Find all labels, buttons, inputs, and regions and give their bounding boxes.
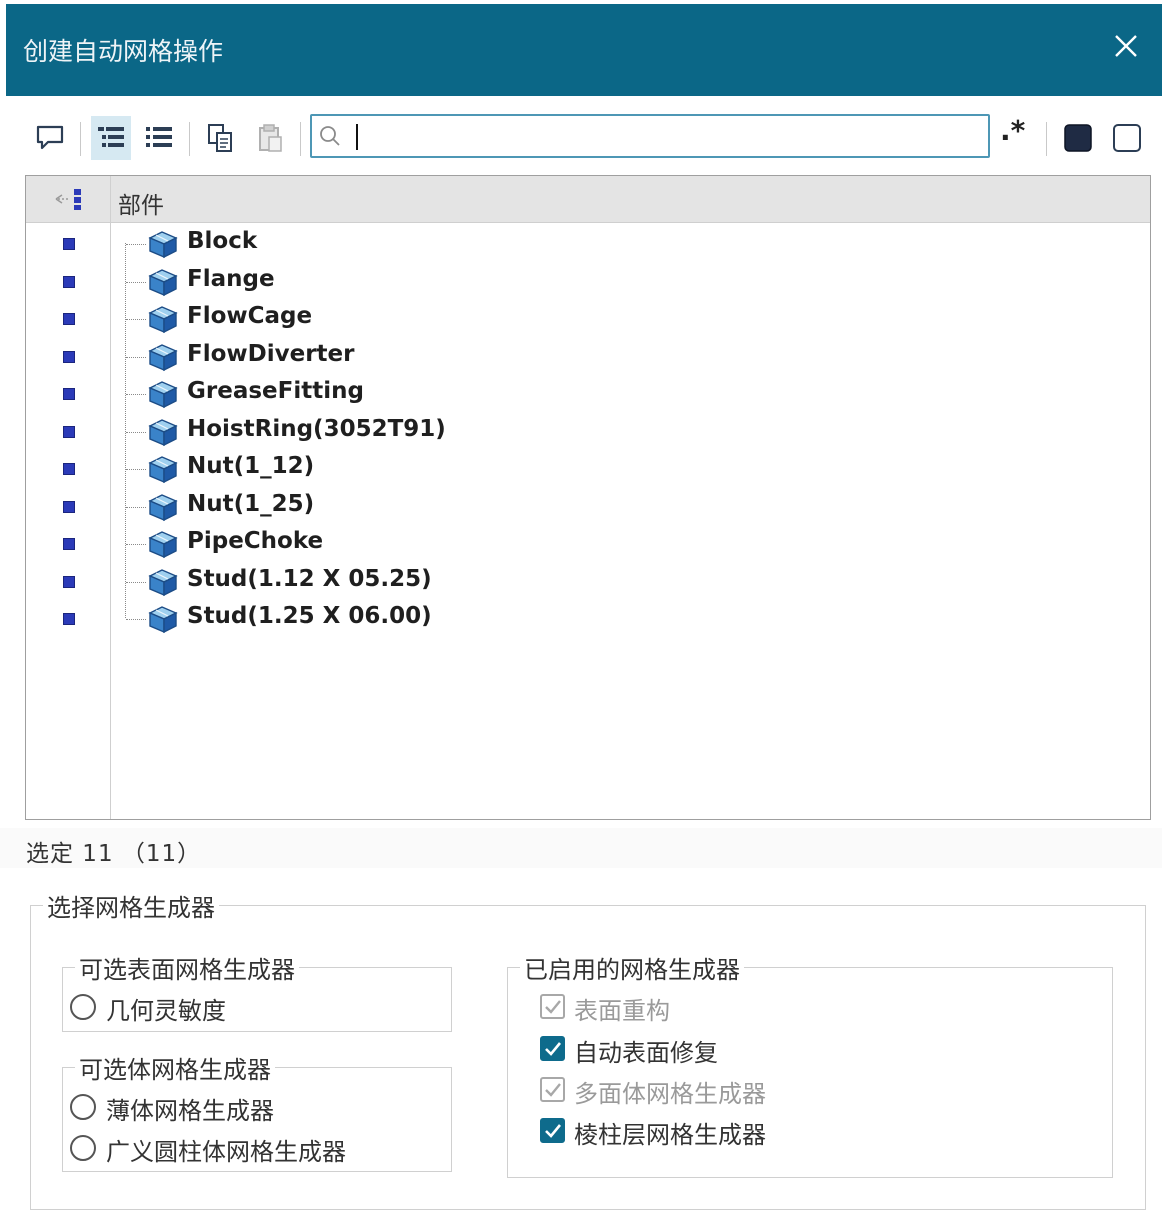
part-name[interactable]: Nut(1_12) (187, 453, 314, 479)
part-name[interactable]: FlowCage (187, 303, 312, 329)
text-caret (356, 124, 358, 150)
tree-row[interactable]: GreaseFitting (26, 375, 1150, 412)
part-icon (146, 378, 180, 410)
part-name[interactable]: PipeChoke (187, 528, 323, 554)
selection-status: 选定 11 （11） (0, 828, 1162, 868)
checkbox-surface-remesher (540, 994, 565, 1019)
label-auto-surface-repair[interactable]: 自动表面修复 (574, 1033, 718, 1068)
part-name[interactable]: GreaseFitting (187, 378, 364, 404)
selection-marker[interactable] (63, 238, 75, 250)
radio-thin-mesher[interactable] (70, 1094, 96, 1120)
part-icon (146, 303, 180, 335)
mesher-group-title: 选择网格生成器 (47, 894, 215, 922)
tree-structure-icon (54, 186, 86, 216)
part-icon (146, 491, 180, 523)
search-icon (318, 124, 342, 152)
part-name[interactable]: Flange (187, 266, 275, 292)
part-icon (146, 266, 180, 298)
close-icon[interactable] (1108, 28, 1144, 64)
part-icon (146, 528, 180, 560)
tree-row[interactable]: PipeChoke (26, 525, 1150, 562)
tree-row[interactable]: Stud(1.12 X 05.25) (26, 563, 1150, 600)
selection-marker[interactable] (63, 463, 75, 475)
option-thin-mesher[interactable]: 薄体网格生成器 (106, 1091, 274, 1126)
label-surface-remesher: 表面重构 (574, 997, 670, 1025)
part-icon (146, 453, 180, 485)
tree-row[interactable]: FlowCage (26, 300, 1150, 337)
tree-row[interactable]: Nut(1_12) (26, 450, 1150, 487)
part-icon (146, 566, 180, 598)
tree-row[interactable]: Flange (26, 263, 1150, 300)
tree-header-label: 部件 (118, 193, 164, 219)
selection-marker[interactable] (63, 500, 75, 513)
selection-marker[interactable] (63, 350, 75, 363)
tree-row[interactable]: FlowDiverter (26, 338, 1150, 375)
search-box[interactable] (310, 114, 990, 158)
part-icon (146, 416, 180, 448)
optional-surface-title: 可选表面网格生成器 (79, 956, 295, 984)
tree-row[interactable]: Nut(1_25) (26, 488, 1150, 525)
toolbar: .* (0, 110, 1162, 170)
part-name[interactable]: Stud(1.12 X 05.25) (187, 566, 432, 592)
optional-volume-title: 可选体网格生成器 (79, 1056, 271, 1084)
option-geometry-sensitivity[interactable]: 几何灵敏度 (106, 991, 226, 1026)
search-input[interactable] (352, 120, 976, 154)
tree-row[interactable]: Block (26, 225, 1150, 262)
select-all-icon[interactable] (1058, 116, 1098, 160)
selection-marker[interactable] (63, 538, 75, 550)
select-none-icon[interactable] (1107, 116, 1147, 160)
title-bar: 创建自动网格操作 (6, 4, 1162, 96)
selection-count: 选定 11 （11） (26, 841, 202, 867)
list-view-icon[interactable] (139, 116, 179, 160)
label-prism-layer-mesher[interactable]: 棱柱层网格生成器 (574, 1115, 766, 1150)
checkbox-prism-layer-mesher[interactable] (540, 1118, 565, 1143)
label-polyhedral-mesher: 多面体网格生成器 (574, 1080, 766, 1108)
selection-marker[interactable] (63, 313, 75, 325)
checkbox-auto-surface-repair[interactable] (540, 1036, 565, 1061)
part-name[interactable]: Block (187, 228, 257, 254)
copy-icon[interactable] (200, 116, 240, 160)
part-icon (146, 603, 180, 635)
part-name[interactable]: HoistRing(3052T91) (187, 416, 446, 442)
radio-generalized-cylinder-mesher[interactable] (70, 1135, 96, 1161)
regex-toggle[interactable]: .* (1000, 114, 1025, 147)
checkbox-polyhedral-mesher (540, 1077, 565, 1102)
option-generalized-cylinder-mesher[interactable]: 广义圆柱体网格生成器 (106, 1132, 346, 1167)
paste-icon[interactable] (250, 116, 290, 160)
parts-tree[interactable]: 部件 Block Flange FlowCage FlowDiverter Grease… (25, 175, 1151, 820)
radio-geometry-sensitivity[interactable] (70, 994, 96, 1020)
tree-row[interactable]: HoistRing(3052T91) (26, 413, 1150, 450)
part-name[interactable]: FlowDiverter (187, 341, 355, 367)
tree-row[interactable]: Stud(1.25 X 06.00) (26, 600, 1150, 637)
comment-icon[interactable] (30, 116, 70, 160)
part-name[interactable]: Stud(1.25 X 06.00) (187, 603, 432, 629)
selection-marker[interactable] (63, 275, 75, 288)
selection-marker[interactable] (63, 575, 75, 588)
tree-view-icon[interactable] (91, 116, 131, 160)
selection-marker[interactable] (63, 388, 75, 400)
enabled-mesher-title: 已启用的网格生成器 (524, 956, 740, 984)
selection-marker[interactable] (63, 613, 75, 625)
part-icon (146, 341, 180, 373)
part-icon (146, 228, 180, 260)
dialog-title: 创建自动网格操作 (23, 37, 224, 66)
tree-header: 部件 (26, 176, 1150, 223)
part-name[interactable]: Nut(1_25) (187, 491, 314, 517)
selection-marker[interactable] (63, 425, 75, 438)
